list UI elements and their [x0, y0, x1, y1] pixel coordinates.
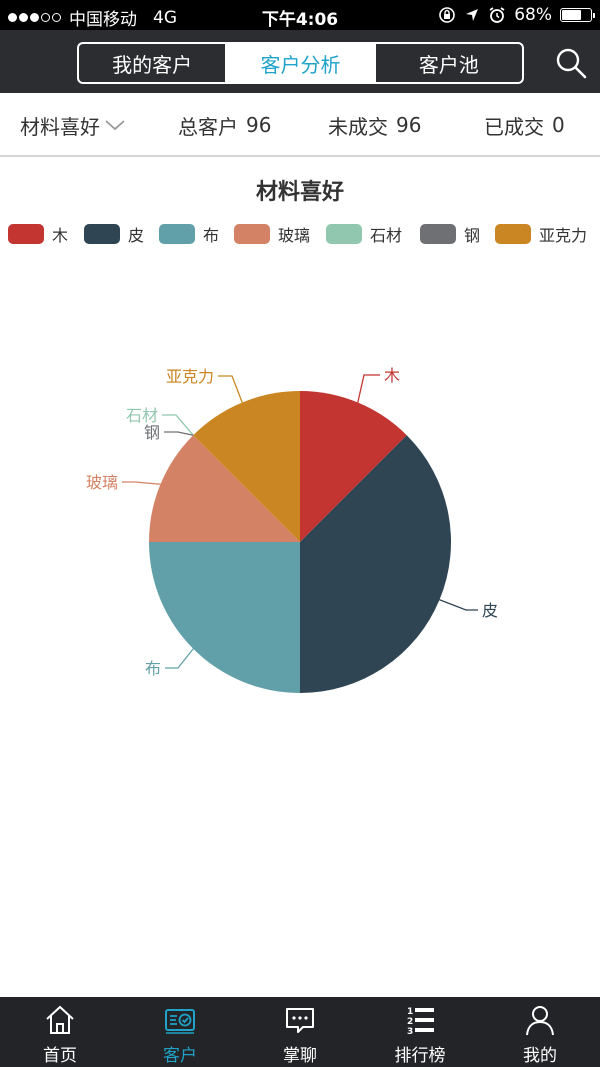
tab-label: 我的 — [523, 1046, 557, 1066]
material-pie-chart: 木皮布玻璃石材钢亚克力 — [86, 366, 498, 693]
pie-label: 皮 — [482, 601, 498, 620]
pie-label: 布 — [145, 659, 161, 678]
legend-label: 皮 — [128, 226, 145, 245]
chart-legend: 木 皮 布 玻璃 石材 钢 亚克力 — [0, 222, 600, 246]
pending-label: 未成交 — [328, 114, 388, 139]
pie-label: 亚克力 — [166, 367, 214, 386]
pie-label-line — [439, 599, 478, 611]
legend-swatch — [159, 224, 195, 244]
legend-swatch — [8, 224, 44, 244]
tab-customers[interactable]: 客户 — [120, 997, 240, 1067]
pending-deals-stat: 未成交 96 — [328, 93, 421, 157]
location-arrow-icon — [466, 9, 479, 21]
pie-label-line — [218, 375, 243, 403]
battery-icon — [560, 8, 595, 22]
pending-value: 96 — [396, 113, 422, 137]
profile-icon — [526, 1006, 554, 1036]
tab-customer-analysis[interactable]: 客户分析 — [225, 44, 374, 82]
tab-label: 客户 — [163, 1046, 197, 1066]
total-label: 总客户 — [178, 114, 238, 139]
tab-home[interactable]: 首页 — [0, 997, 120, 1067]
closed-label: 已成交 — [484, 114, 544, 139]
top-navigation: 我的客户 客户分析 客户池 — [0, 30, 600, 93]
pie-label-line — [122, 481, 161, 485]
bottom-tab-bar: 首页 客户 掌聊 1 2 3 排行榜 我的 — [0, 997, 600, 1067]
legend-swatch — [420, 224, 456, 244]
tab-label: 首页 — [43, 1046, 77, 1066]
pie-label-line — [164, 431, 194, 436]
alarm-icon — [489, 7, 505, 23]
battery-percent: 68% — [514, 5, 552, 25]
tab-chat[interactable]: 掌聊 — [240, 997, 360, 1067]
svg-text:2: 2 — [407, 1017, 413, 1027]
legend-item-fabric[interactable]: 布 — [159, 222, 219, 246]
legend-swatch — [495, 224, 531, 244]
legend-item-wood[interactable]: 木 — [8, 222, 68, 246]
status-right: 68% — [438, 5, 595, 25]
search-button[interactable] — [554, 46, 588, 80]
tab-customer-pool[interactable]: 客户池 — [373, 44, 522, 82]
search-icon — [556, 48, 587, 79]
customer-summary-bar: 材料喜好 总客户 96 未成交 96 已成交 0 — [0, 93, 600, 157]
pie-label: 木 — [384, 366, 400, 385]
pie-label: 玻璃 — [86, 473, 118, 492]
material-filter-dropdown[interactable]: 材料喜好 — [20, 93, 126, 157]
pie-label-line — [165, 648, 194, 669]
total-value: 96 — [246, 113, 272, 137]
svg-text:1: 1 — [407, 1007, 413, 1017]
chat-icon — [286, 1008, 314, 1033]
closed-deals-stat: 已成交 0 — [484, 93, 565, 157]
chart-title: 材料喜好 — [255, 180, 344, 205]
tab-label: 排行榜 — [394, 1046, 446, 1066]
customer-segment-control: 我的客户 客户分析 客户池 — [77, 42, 524, 84]
svg-text:3: 3 — [407, 1027, 413, 1037]
filter-label: 材料喜好 — [20, 114, 100, 139]
legend-item-stone[interactable]: 石材 — [326, 222, 402, 246]
customer-card-icon — [165, 1009, 195, 1034]
pie-label-line — [357, 374, 380, 403]
legend-item-acrylic[interactable]: 亚克力 — [495, 222, 587, 246]
legend-item-steel[interactable]: 钢 — [420, 222, 480, 246]
legend-label: 玻璃 — [278, 226, 311, 245]
legend-label: 布 — [203, 226, 220, 245]
legend-swatch — [84, 224, 120, 244]
orientation-lock-icon — [439, 7, 456, 23]
legend-item-glass[interactable]: 玻璃 — [234, 222, 310, 246]
legend-label: 亚克力 — [539, 226, 588, 245]
tab-label: 掌聊 — [283, 1046, 317, 1066]
tab-my-customers[interactable]: 我的客户 — [79, 44, 225, 82]
pie-label: 钢 — [144, 423, 160, 442]
ranking-list-icon: 1 2 3 — [407, 1007, 434, 1037]
legend-label: 木 — [52, 226, 69, 245]
chevron-down-icon — [105, 120, 125, 131]
tab-profile[interactable]: 我的 — [480, 997, 600, 1067]
legend-swatch — [326, 224, 362, 244]
tab-ranking[interactable]: 1 2 3 排行榜 — [360, 997, 480, 1067]
legend-item-leather[interactable]: 皮 — [84, 222, 144, 246]
pie-slice-2[interactable] — [149, 542, 300, 693]
home-icon — [46, 1005, 74, 1034]
legend-label: 钢 — [464, 226, 481, 245]
closed-value: 0 — [552, 113, 565, 137]
legend-label: 石材 — [370, 226, 403, 245]
status-bar: 中国移动 4G 下午4:06 68% — [0, 0, 600, 30]
legend-swatch — [234, 224, 270, 244]
total-customers-stat: 总客户 96 — [178, 93, 271, 157]
